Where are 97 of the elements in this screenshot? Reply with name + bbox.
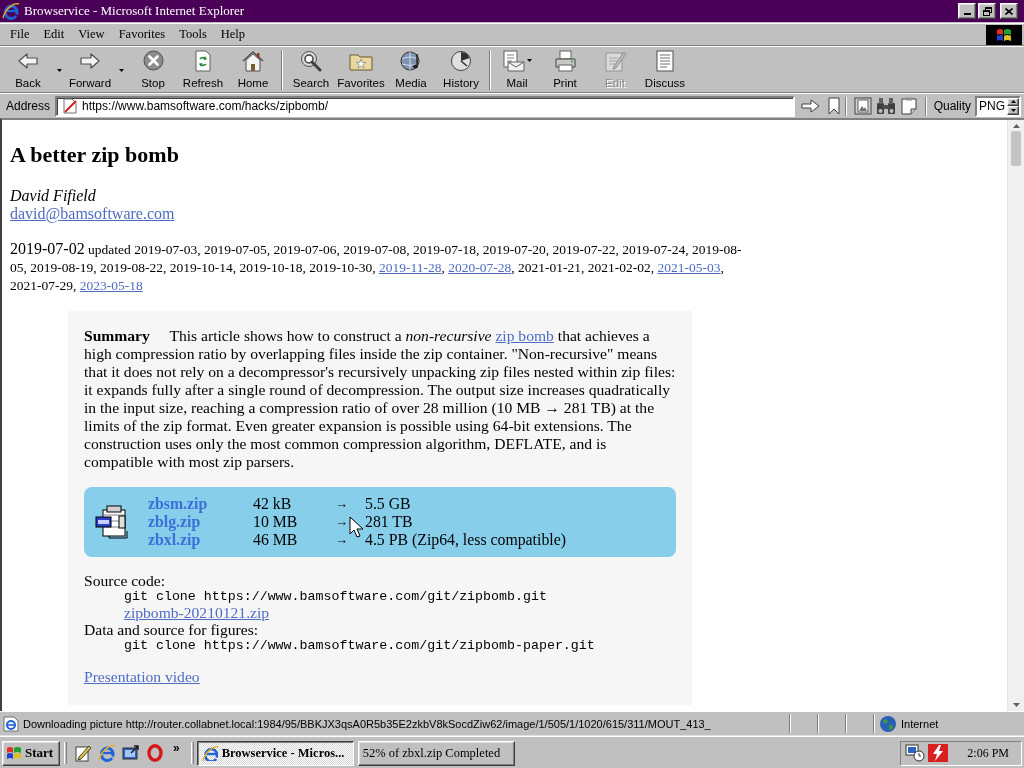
restore-icon [982,6,992,16]
zip-archive-icon [95,505,129,539]
browser-icon [201,745,218,761]
mail-button[interactable]: Mail [494,48,540,91]
window-title: Browservice - Microsoft Internet Explorer [24,3,246,19]
pencil-page-icon [603,49,627,72]
minimize-button[interactable] [958,3,976,19]
broken-page-icon [62,98,79,114]
quality-field[interactable]: PNG [975,95,1021,117]
page-lines-icon [654,49,676,72]
ring-icon[interactable] [146,744,164,762]
down-arrow-icon[interactable] [1012,703,1020,707]
desktop-icon[interactable] [122,744,140,762]
print-button[interactable]: Print [540,48,590,91]
task-button[interactable]: 52% of zbxl.zip Completed [357,740,515,766]
source-label: Source code: [84,572,166,589]
article-link[interactable]: zip bomb [495,327,554,344]
stop-button[interactable]: Stop [128,48,178,91]
back-button[interactable]: Back [4,48,52,91]
clock-icon [450,49,472,72]
task-button[interactable]: Browservice - Micros... [196,740,354,766]
menu-item[interactable]: Tools [172,26,214,43]
home-icon [241,49,265,72]
close-button[interactable] [1000,3,1018,19]
menu-item[interactable]: View [71,26,112,43]
caret-icon[interactable] [56,69,62,72]
figures-label: Data and source for figures: [84,621,260,638]
browser-icon [2,2,20,20]
restore-button[interactable] [978,3,996,19]
go-arrow-icon[interactable] [800,99,820,113]
arrow-symbol: → [335,531,348,549]
menu-item[interactable]: File [3,26,37,43]
file-size: 10 MB [253,513,299,531]
status-text: Downloading picture http://router.collabnet.local:1984/95/BBKJX3qsA0R5b35E2zkbV8kSocdZiw62/image/1/505/1/1020/615/311/MOUT_413_ [23,717,711,730]
menu-item[interactable]: Help [213,26,253,43]
media-button[interactable]: Media [386,48,436,91]
up-arrow-icon[interactable] [1012,124,1020,128]
email-link[interactable]: david@bamsoftware.com [10,205,175,222]
search-button[interactable]: Search [286,48,336,91]
home-button[interactable]: Home [228,48,278,91]
arrow-symbol: → [335,495,348,513]
note-icon[interactable] [899,97,918,115]
caret-icon[interactable] [118,69,124,72]
start-button[interactable]: Start [2,740,60,766]
quality-label: Quality [933,99,971,113]
cursor-icon [349,516,364,538]
monitor-clock-icon[interactable] [905,744,925,762]
address-field[interactable]: https://www.bamsoftware.com/hacks/zipbomb/ [55,95,795,117]
output-size: 281 TB [365,513,414,531]
file-size: 46 MB [253,531,299,549]
output-size: 4.5 PB (Zip64, less compatible) [365,531,566,549]
search-icon [300,49,322,72]
address-label: Address [6,99,51,113]
clock-time: 2:06 PM [967,745,1009,761]
more-button[interactable]: » [170,741,183,755]
menu-item[interactable]: Favorites [111,26,173,43]
stop-icon [142,50,164,71]
refresh-icon [193,49,213,72]
scrollbar[interactable] [1007,120,1024,711]
summary-text: Summary This article shows how to construct a non-recursive zip bomb that achieves a high compression ratio by overlapping files inside the zip container. "Non-recursive" means that it does not rely on a decompressor's recursively unpacking zip files nested within zip files: it expands fully after a single round of decompression. The output size increases quadratically in the input size, reaching a compression ratio of over 28 million (10 MB → 281 TB) at the limits of the zip format. Even greater expansion is possible using 64-bit extensions. The construction uses only the most common compression algorithm, DEFLATE, and is compatible with most zip parsers. [84,327,676,471]
arrow-symbol: → [335,513,348,531]
output-size: 5.5 GB [365,495,412,513]
pencil-page-icon[interactable] [74,744,92,762]
up-arrow-icon [1010,100,1016,104]
binoculars-icon[interactable] [875,97,896,115]
browser-icon[interactable] [98,744,116,762]
git-command: git clone https://www.bamsoftware.com/git/zipbomb-paper.git [124,638,595,653]
refresh-button[interactable]: Refresh [178,48,228,91]
globe-note-icon [400,49,422,72]
caret-icon[interactable] [527,59,532,62]
spin-down-button[interactable] [1007,106,1019,115]
bookmark-icon[interactable] [827,97,840,115]
close-icon [1005,7,1013,15]
date-link[interactable]: 2023-05-18 [79,278,143,293]
down-arrow-icon [1010,108,1016,112]
video-link[interactable]: Presentation video [84,668,200,685]
favorites-button[interactable]: Favorites [336,48,386,91]
windows-flag-icon [6,746,22,760]
dates-text: 2019-07-02 updated 2019-07-03, 2019-07-05, 2019-07-06, 2019-07-08, 2019-07-18, 2019-07-20, 2019-07-22, 2019-07-24, 2019-08-05, 2019-08-19, 2019-08-22, 2019-10-14, 2019-10-18, 2019-10-30, 2019-11-28, 2020-07-28, 2021-01-21, 2021-02-02, 2021-05-03, 2021-07-29, 2023-05-18 [10,240,743,295]
author-name: David Fifield [10,187,97,205]
page-icon [3,715,19,732]
article-title: A better zip bomb [10,141,180,168]
history-button[interactable]: History [436,48,486,91]
lightning-icon[interactable] [928,744,948,762]
printer-icon [553,49,577,72]
archive-link[interactable]: zipbomb-20210121.zip [124,604,270,621]
git-command: git clone https://www.bamsoftware.com/git/zipbomb.git [124,589,547,604]
globe-icon [879,714,897,733]
scroll-thumb[interactable] [1011,131,1021,166]
file-size: 42 kB [253,495,293,513]
mail-icon [502,49,525,72]
menu-item[interactable]: Edit [36,26,72,43]
zone-label: Internet [901,717,939,730]
discuss-button[interactable]: Discuss [640,48,690,91]
picture-icon[interactable] [853,97,872,115]
windows-logo-icon [986,24,1022,45]
forward-button[interactable]: Forward [66,48,114,91]
